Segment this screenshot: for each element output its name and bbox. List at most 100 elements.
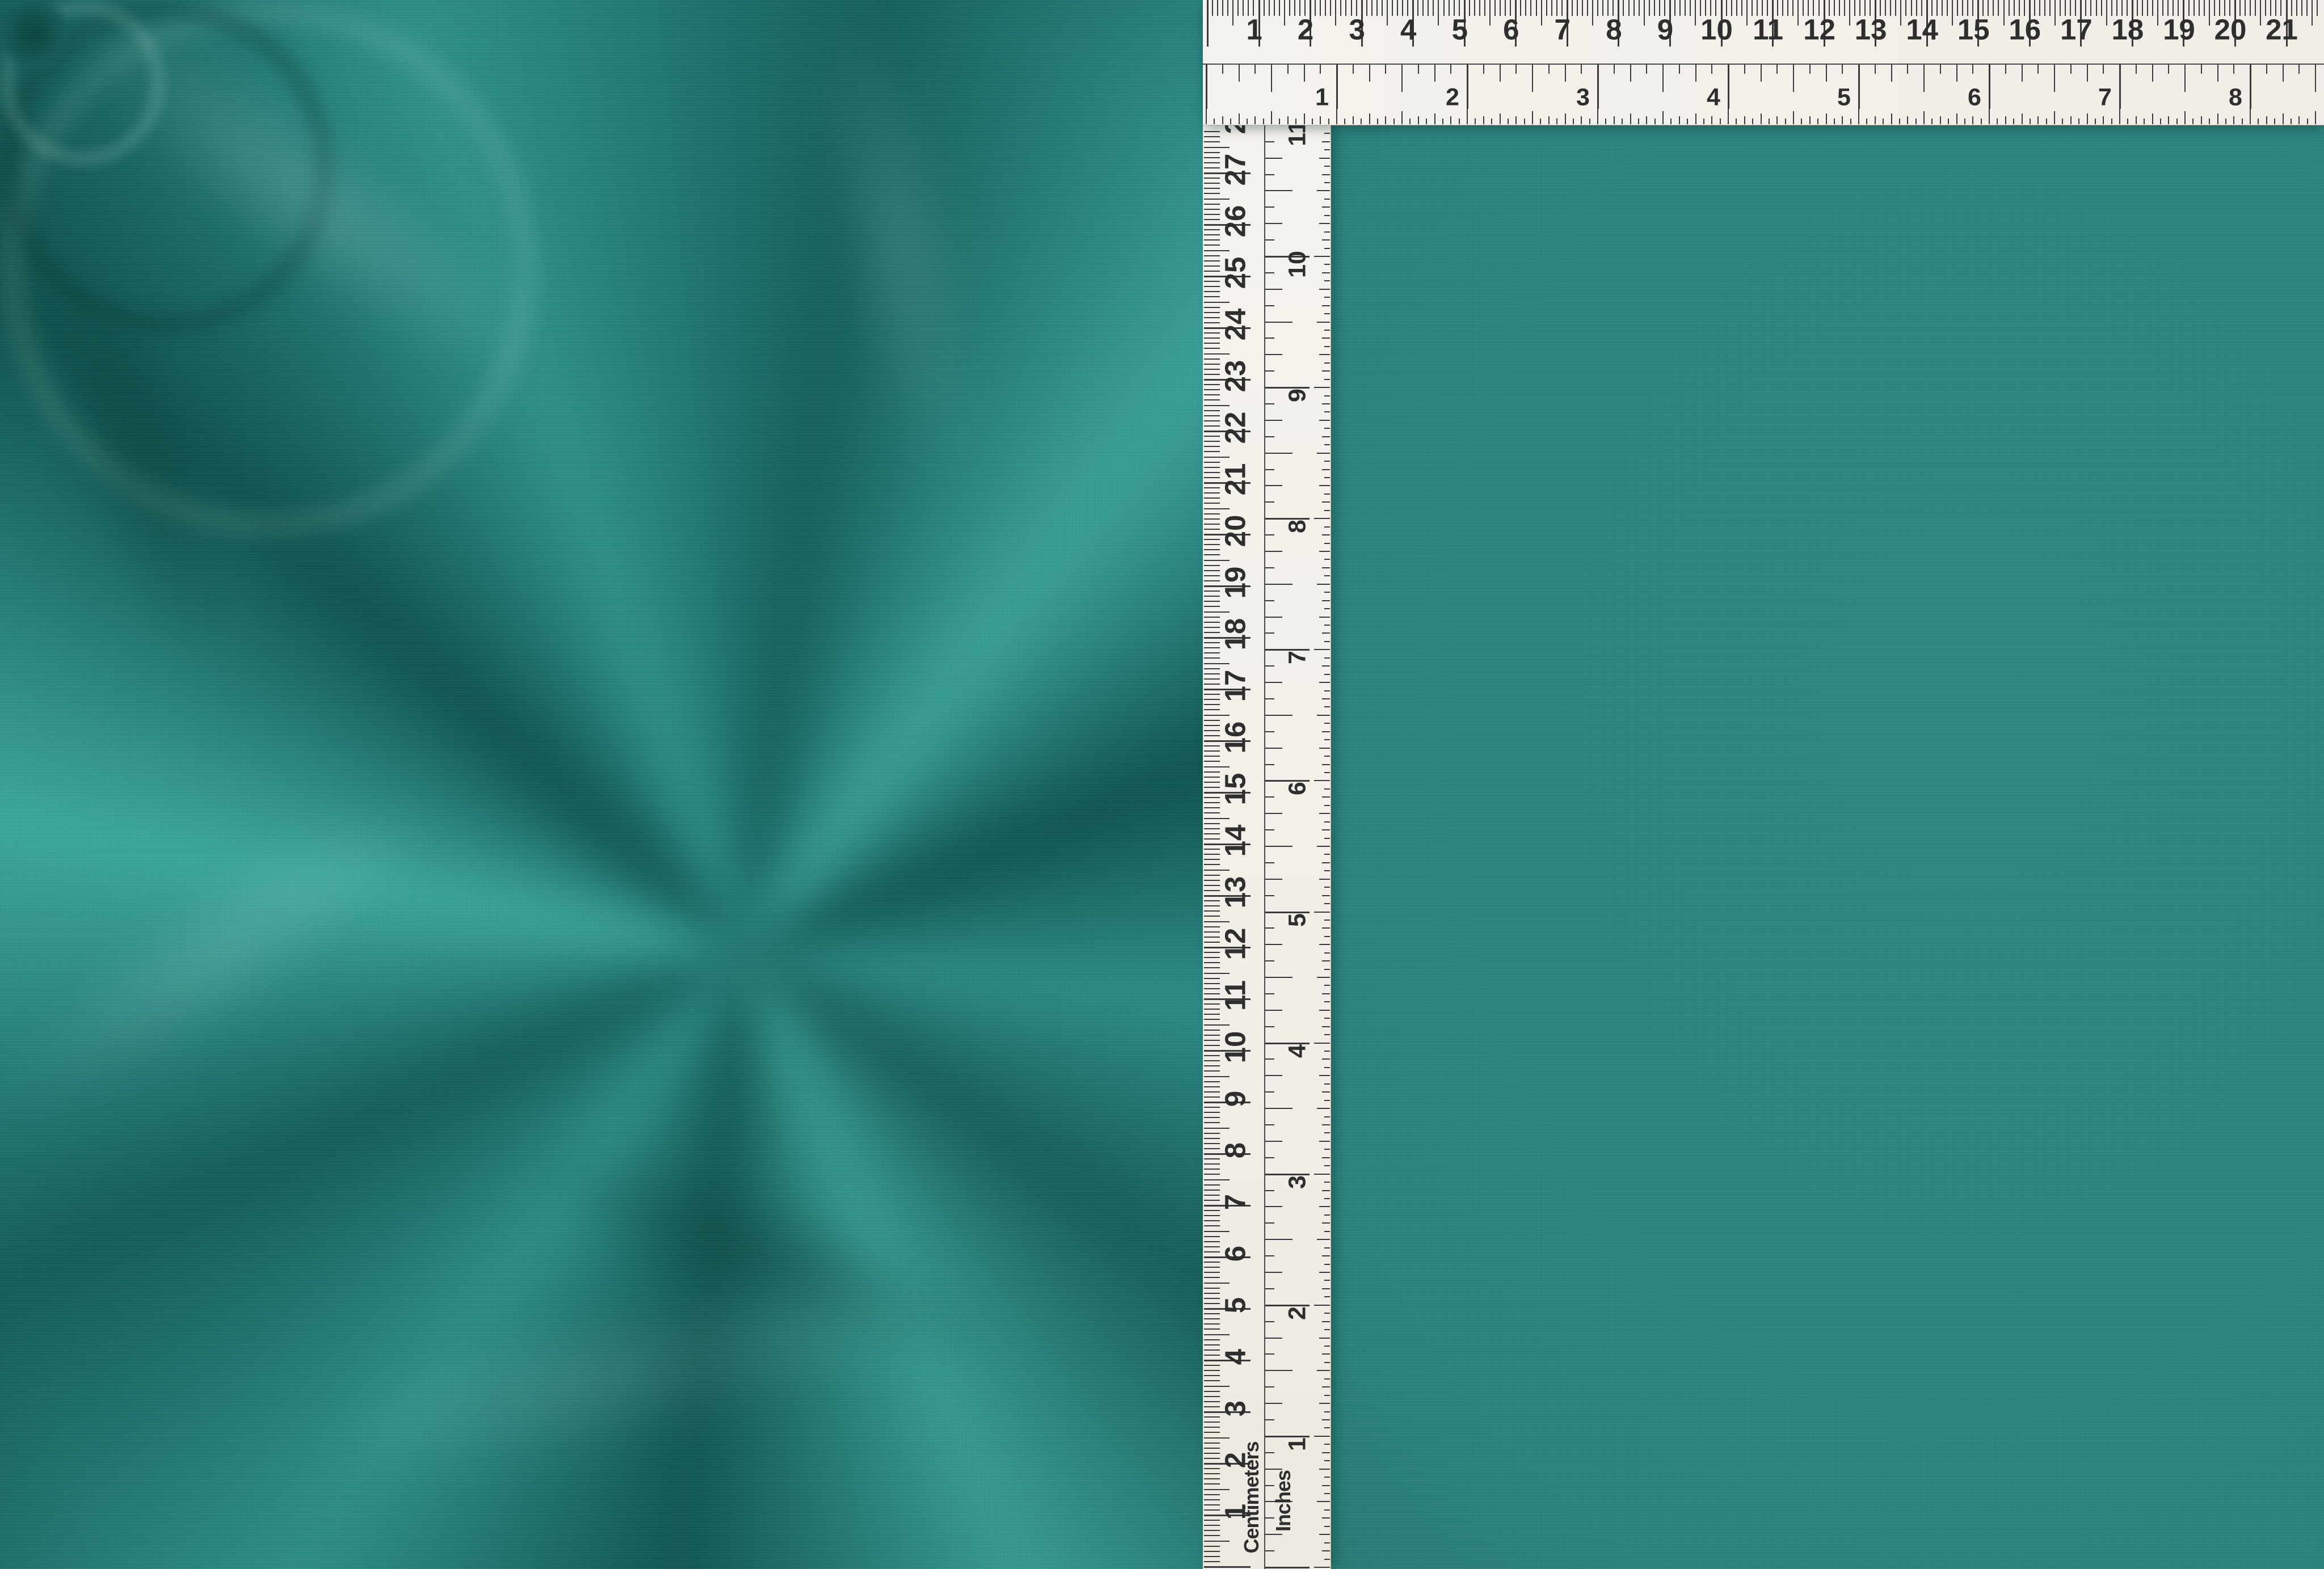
inch-fine-tick (1940, 116, 1941, 124)
cm-tick (1204, 529, 1220, 530)
cm-tick (1204, 518, 1220, 520)
cm-tick (1204, 1401, 1220, 1402)
cm-tick (1204, 410, 1220, 411)
cm-tick (1204, 875, 1220, 876)
inch-tick (2298, 65, 2300, 74)
cm-tick (1204, 900, 1220, 901)
inch-fine-tick (1319, 813, 1330, 814)
inch-fine-tick (1317, 977, 1330, 978)
cm-tick (1204, 1086, 1220, 1087)
inch-number: 5 (1286, 913, 1310, 927)
inch-tick (2070, 65, 2072, 74)
inch-tick (1265, 1157, 1274, 1158)
cm-tick (1237, 0, 1239, 16)
inch-fine-tick (1319, 289, 1330, 290)
cm-tick (1204, 219, 1220, 220)
cm-tick (1284, 0, 1285, 26)
inch-fine-tick (2103, 116, 2104, 124)
cm-tick (1204, 735, 1220, 736)
cm-tick (1204, 802, 1220, 803)
swirl-fabric-photo (0, 0, 1204, 1569)
cm-number: 26 (1221, 205, 1250, 238)
cm-tick (1204, 539, 1220, 540)
inch-fine-tick (1314, 1567, 1330, 1568)
inch-tick (2315, 65, 2316, 92)
inch-fine-tick (1314, 1043, 1330, 1044)
cm-tick (1382, 0, 1383, 16)
inch-tick (1265, 665, 1274, 667)
cm-tick (1204, 973, 1230, 974)
inch-fine-tick (1324, 1018, 1330, 1019)
inch-fine-tick (1322, 1485, 1330, 1486)
cm-tick (2199, 0, 2200, 16)
inch-tick (1532, 65, 1533, 92)
cm-tick (1204, 358, 1220, 360)
cm-tick (1204, 797, 1220, 798)
inch-fine-tick (1317, 190, 1330, 191)
cm-tick (1204, 1561, 1220, 1562)
inch-tick (1265, 944, 1282, 945)
inch-fine-tick (1322, 272, 1330, 273)
cm-number: 6 (1221, 1246, 1250, 1262)
inch-fine-tick (1322, 1321, 1330, 1322)
inch-tick (1265, 1010, 1282, 1011)
cm-tick (1204, 415, 1220, 416)
cm-tick (1204, 136, 1220, 137)
inch-tick (1265, 436, 1274, 437)
inch-tick (2250, 65, 2251, 109)
inch-fine-tick (1322, 1550, 1330, 1551)
cm-tick (2255, 0, 2256, 16)
cm-tick (1204, 1096, 1220, 1098)
cm-tick (1649, 0, 1650, 16)
inch-fine-tick (2307, 119, 2308, 124)
cm-number: 3 (1349, 15, 1365, 44)
inch-tick (2184, 65, 2186, 92)
cm-tick (1204, 1489, 1230, 1490)
inch-tick (1695, 65, 1696, 82)
cm-tick (1900, 0, 1901, 26)
cm-number: 17 (2060, 15, 2093, 44)
inch-fine-tick (1312, 119, 1313, 124)
inch-fine-tick (1324, 969, 1330, 970)
cm-tick (1320, 0, 1321, 16)
inch-fine-tick (1319, 1141, 1330, 1142)
cm-tick (1204, 1355, 1220, 1356)
cm-tick (1204, 1566, 1251, 1568)
cm-tick (1204, 1298, 1220, 1299)
cm-tick (1376, 0, 1378, 16)
cm-tick (1204, 492, 1220, 494)
cm-tick (1204, 420, 1220, 421)
cm-tick (1204, 1060, 1220, 1061)
inch-fine-tick (1324, 1051, 1330, 1052)
inch-number: 5 (1837, 86, 1851, 110)
inch-fine-tick (1515, 116, 1517, 124)
cm-tick (1204, 487, 1220, 488)
cm-tick (1204, 467, 1220, 468)
inch-fine-tick (1322, 927, 1330, 929)
inch-tick (1271, 65, 1272, 92)
cm-tick (1335, 0, 1336, 26)
inch-fine-tick (1322, 501, 1330, 503)
inch-fine-tick (1322, 698, 1330, 699)
inch-tick (1581, 65, 1582, 74)
inch-tick (1842, 65, 1843, 74)
cm-tick (1633, 0, 1635, 16)
inch-fine-tick (2160, 119, 2161, 124)
cm-tick (1204, 1344, 1220, 1346)
cm-number: 7 (1555, 15, 1571, 44)
cm-tick (1371, 0, 1372, 16)
cm-tick (1204, 1313, 1220, 1314)
inch-fine-tick (1761, 113, 1762, 124)
cm-tick (1204, 916, 1220, 917)
cm-tick (1479, 0, 1480, 16)
inch-tick (1679, 65, 1680, 74)
inch-fine-tick (1314, 649, 1330, 650)
inch-tick (1287, 65, 1289, 74)
cm-tick (1204, 647, 1220, 648)
inch-fine-tick (1324, 1395, 1330, 1396)
inch-tick (1809, 65, 1811, 74)
cm-tick (1204, 1200, 1220, 1201)
cm-tick (1204, 1065, 1220, 1066)
cm-tick (1204, 348, 1220, 349)
cm-tick (2306, 0, 2308, 16)
